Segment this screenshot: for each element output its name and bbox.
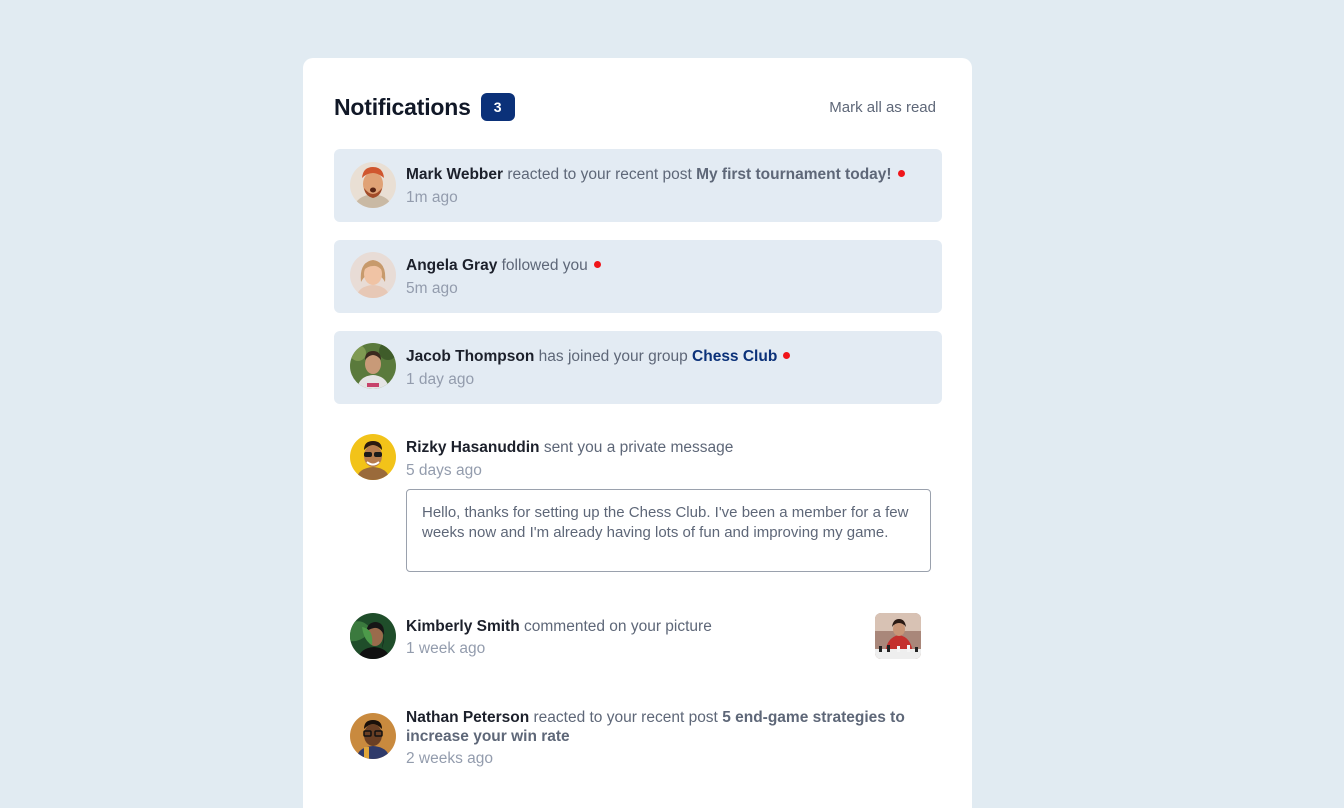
- notification-item[interactable]: Jacob Thompson has joined your group Che…: [334, 331, 942, 404]
- action-text: reacted to your recent post: [533, 709, 718, 726]
- unread-dot: [783, 352, 791, 360]
- user-name[interactable]: Mark Webber: [406, 166, 503, 183]
- notification-item[interactable]: Nathan Peterson reacted to your recent p…: [334, 692, 942, 782]
- action-text: followed you: [501, 257, 588, 274]
- unread-count-badge: 3: [480, 93, 515, 121]
- notification-item[interactable]: Kimberly Smith commented on your picture…: [334, 601, 942, 674]
- avatar-mark-webber[interactable]: [350, 162, 396, 208]
- notification-text: Rizky Hasanuddin sent you a private mess…: [406, 438, 931, 457]
- commented-picture-thumbnail[interactable]: [875, 613, 921, 659]
- action-text: sent you a private message: [543, 439, 734, 456]
- title-group: Notifications 3: [334, 93, 515, 121]
- notification-text: Nathan Peterson reacted to your recent p…: [406, 708, 931, 746]
- user-name[interactable]: Rizky Hasanuddin: [406, 439, 540, 456]
- notification-item[interactable]: Rizky Hasanuddin sent you a private mess…: [334, 422, 942, 582]
- notification-text: Jacob Thompson has joined your group Che…: [406, 347, 931, 366]
- avatar-rizky-hasanuddin[interactable]: [350, 434, 396, 480]
- unread-dot: [593, 261, 601, 269]
- timestamp: 1 day ago: [406, 371, 475, 388]
- action-text: has joined your group: [538, 348, 688, 365]
- notification-text: Kimberly Smith commented on your picture: [406, 617, 856, 636]
- notification-item[interactable]: Mark Webber reacted to your recent post …: [334, 149, 942, 222]
- avatar-jacob-thompson[interactable]: [350, 343, 396, 389]
- user-name[interactable]: Jacob Thompson: [406, 348, 534, 365]
- notification-item[interactable]: Angela Gray followed you 5m ago: [334, 240, 942, 313]
- notifications-card: Notifications 3 Mark all as read Mark We…: [303, 58, 972, 808]
- action-text: reacted to your recent post: [507, 166, 692, 183]
- user-name[interactable]: Angela Gray: [406, 257, 497, 274]
- header: Notifications 3 Mark all as read: [334, 92, 936, 122]
- action-text: commented on your picture: [524, 618, 712, 635]
- avatar-nathan-peterson[interactable]: [350, 713, 396, 759]
- group-link[interactable]: Chess Club: [692, 348, 777, 365]
- mark-all-read-button[interactable]: Mark all as read: [829, 99, 936, 116]
- timestamp: 5m ago: [406, 280, 458, 297]
- timestamp: 2 weeks ago: [406, 750, 494, 767]
- page-title: Notifications: [334, 93, 471, 120]
- timestamp: 1m ago: [406, 189, 458, 206]
- unread-dot: [897, 170, 905, 178]
- avatar-kimberly-smith[interactable]: [350, 613, 396, 659]
- post-link[interactable]: My first tournament today!: [696, 166, 891, 183]
- timestamp: 5 days ago: [406, 462, 482, 479]
- avatar-angela-gray[interactable]: [350, 252, 396, 298]
- user-name[interactable]: Nathan Peterson: [406, 709, 529, 726]
- notification-text: Angela Gray followed you: [406, 256, 931, 275]
- private-message-preview[interactable]: Hello, thanks for setting up the Chess C…: [406, 489, 931, 572]
- timestamp: 1 week ago: [406, 640, 486, 657]
- notification-text: Mark Webber reacted to your recent post …: [406, 165, 931, 184]
- user-name[interactable]: Kimberly Smith: [406, 618, 520, 635]
